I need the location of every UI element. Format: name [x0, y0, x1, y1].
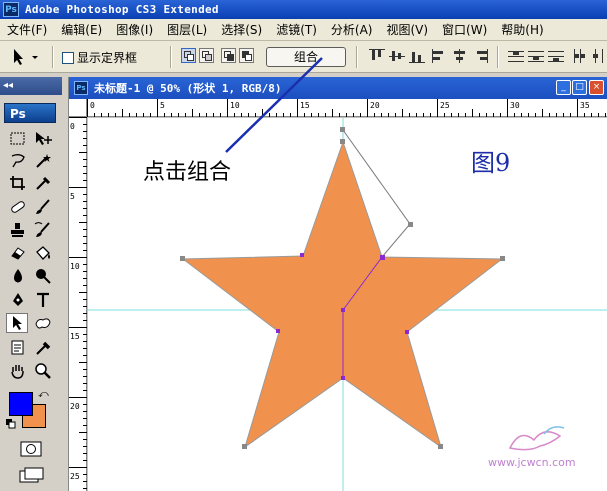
annotation-text: 点击组合 — [143, 160, 232, 185]
annotation-pointer-line — [225, 57, 323, 153]
watermark-text: www.jcwcn.com — [488, 456, 576, 469]
foreground-color-swatch[interactable] — [9, 392, 33, 416]
watermark-bird-icon — [508, 426, 565, 451]
figure-label: 图9 — [471, 149, 511, 177]
annotation-overlay — [225, 57, 323, 153]
photoshop-window: Ps Adobe Photoshop CS3 Extended 文件(F) 编辑… — [0, 0, 607, 491]
